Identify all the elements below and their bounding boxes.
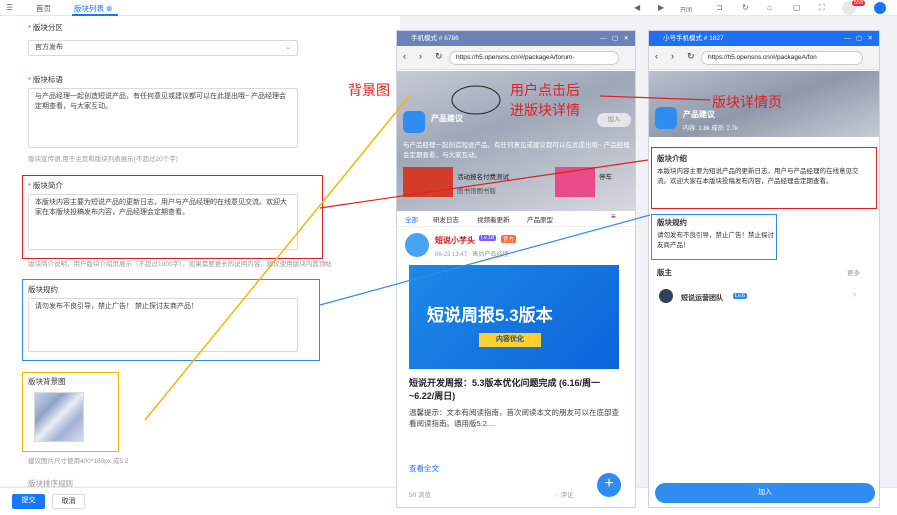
intro-arrow — [319, 159, 649, 209]
annotation-arrows — [144, 85, 711, 421]
annotation-click-1: 用户点击后 — [510, 83, 580, 99]
click-circle — [451, 85, 501, 115]
rules-arrow — [319, 214, 651, 306]
bg-arrow — [144, 94, 411, 421]
detail-arrow — [599, 95, 711, 101]
annotation-bg: 背景图 — [348, 83, 390, 99]
annotation-click-2: 进版块详情 — [510, 103, 580, 119]
annotation-detail: 版块详情页 — [712, 95, 782, 111]
